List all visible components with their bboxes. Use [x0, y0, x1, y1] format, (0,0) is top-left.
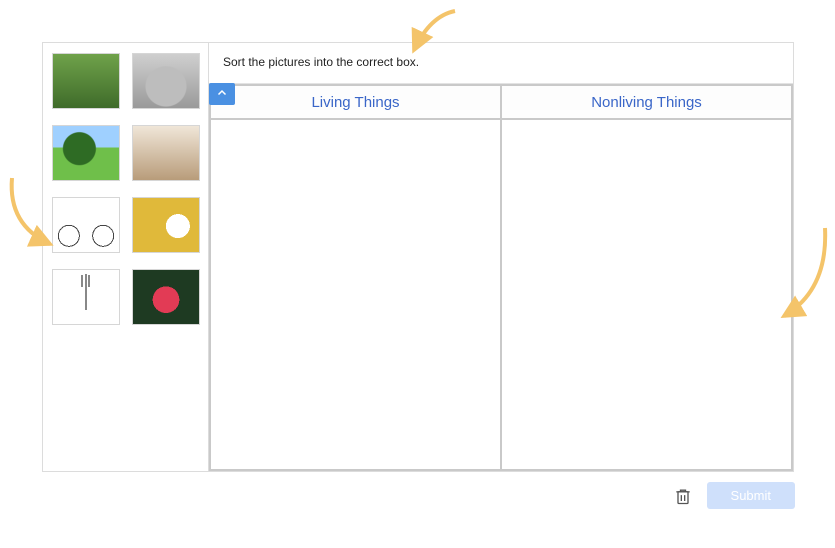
bottom-bar: Submit [673, 482, 795, 509]
collapse-button[interactable] [209, 83, 235, 105]
tile-bicycle[interactable] [52, 197, 120, 253]
activity-frame: Sort the pictures into the correct box. … [42, 42, 794, 472]
instruction-text: Sort the pictures into the correct box. [209, 43, 793, 84]
tile-dog[interactable] [132, 197, 200, 253]
drop-zone-living[interactable] [211, 120, 500, 469]
tile-frog[interactable] [52, 53, 120, 109]
drop-zone-nonliving[interactable] [502, 120, 791, 469]
picture-palette [43, 43, 209, 471]
column-header-nonliving: Nonliving Things [502, 86, 791, 120]
work-area: Sort the pictures into the correct box. … [209, 43, 793, 471]
chevron-up-icon [216, 87, 228, 102]
drop-column-nonliving: Nonliving Things [502, 84, 793, 471]
tile-tree[interactable] [52, 125, 120, 181]
drop-column-living: Living Things [209, 84, 502, 471]
trash-button[interactable] [673, 485, 693, 507]
drop-columns: Living Things Nonliving Things [209, 84, 793, 471]
submit-button[interactable]: Submit [707, 482, 795, 509]
tile-fork[interactable] [52, 269, 120, 325]
column-header-living: Living Things [211, 86, 500, 120]
tile-rock[interactable] [132, 53, 200, 109]
tile-deer[interactable] [132, 125, 200, 181]
tile-flower[interactable] [132, 269, 200, 325]
trash-icon [673, 485, 693, 507]
